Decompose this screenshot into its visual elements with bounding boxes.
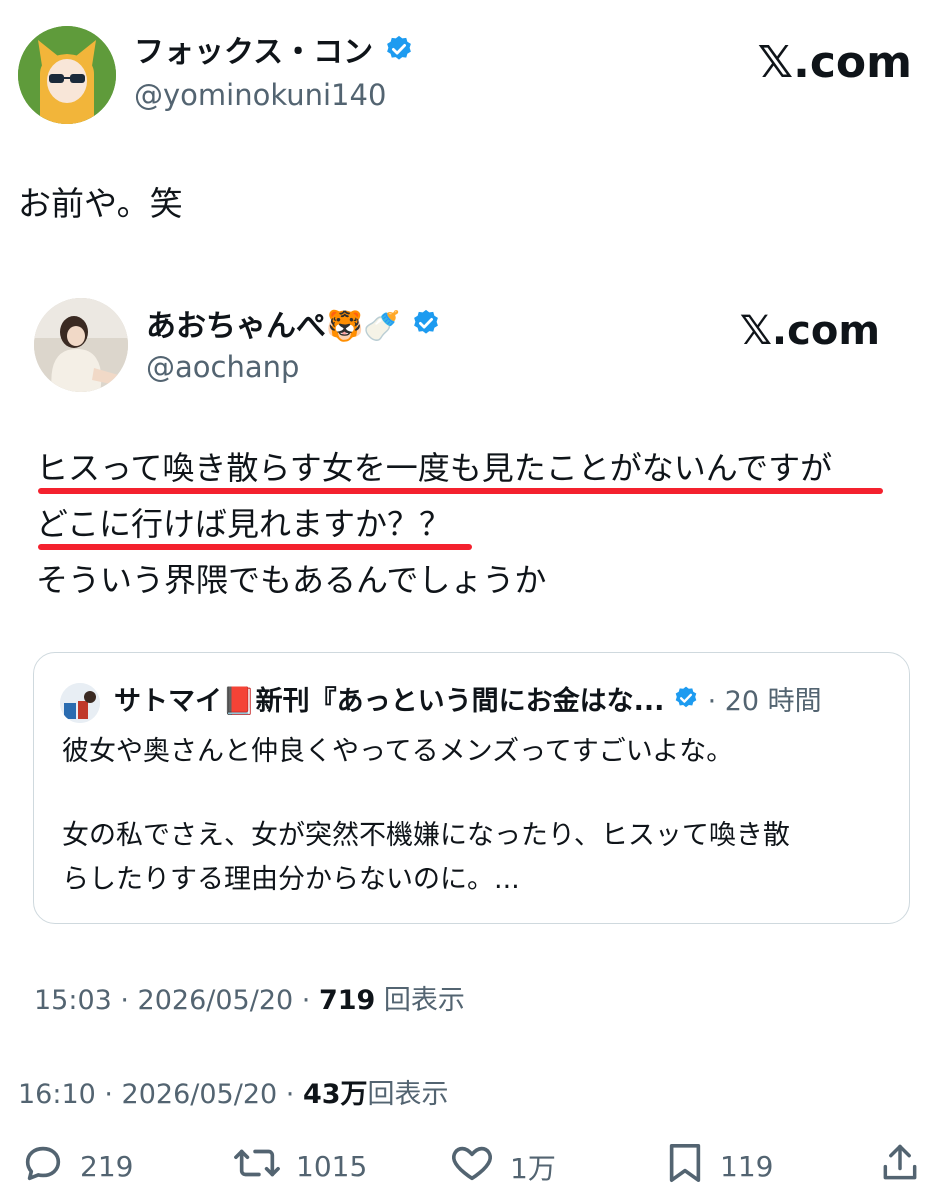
quoted-views: 719 xyxy=(318,985,376,1016)
tweet-text: お前や。笑 xyxy=(18,184,183,223)
reply-icon xyxy=(20,1140,66,1193)
tweet-timestamp: 16:10 · 2026/05/20 · xyxy=(18,1079,303,1110)
nested-avatar xyxy=(60,683,100,723)
nested-line-1: 彼女や奥さんと仲良くやってるメンズってすごいよな。 xyxy=(62,736,734,767)
tweet-views-label: 回表示 xyxy=(367,1079,449,1110)
nested-time: · 20 時間 xyxy=(707,686,822,717)
like-button[interactable]: 1万 xyxy=(448,1140,556,1193)
bookmark-icon xyxy=(664,1140,706,1193)
quoted-handle[interactable]: @aochanp xyxy=(146,350,299,384)
heart-icon xyxy=(448,1140,496,1193)
red-underline xyxy=(38,544,472,550)
repost-icon xyxy=(232,1140,282,1193)
author-name[interactable]: フォックス・コン xyxy=(134,35,373,70)
nested-line-3: らしたりする理由分からないのに。... xyxy=(62,864,520,895)
verified-badge-icon xyxy=(673,685,699,720)
quoted-name[interactable]: あおちゃんぺ🐯🍼 xyxy=(146,309,401,344)
quoted-name-row: あおちゃんぺ🐯🍼 xyxy=(146,308,441,347)
nested-name[interactable]: サトマイ📕新刊『あっという間にお金はな... xyxy=(114,686,664,717)
bookmark-count: 119 xyxy=(720,1150,774,1183)
author-name-row: フォックス・コン xyxy=(134,34,414,73)
share-icon xyxy=(878,1140,922,1193)
xcom-logo: 𝕏.com xyxy=(739,308,880,354)
reply-count: 219 xyxy=(80,1150,134,1183)
quoted-timestamp: 15:03 · 2026/05/20 · xyxy=(34,985,319,1016)
nested-quote-card[interactable]: サトマイ📕新刊『あっという間にお金はな... · 20 時間 彼女や奥さんと仲良… xyxy=(33,652,910,924)
verified-badge-icon xyxy=(411,308,441,347)
tweet-meta: 16:10 · 2026/05/20 · 43万回表示 xyxy=(18,1072,449,1111)
repost-button[interactable]: 1015 xyxy=(232,1140,367,1193)
quoted-meta: 15:03 · 2026/05/20 · 719 回表示 xyxy=(34,978,465,1017)
author-handle[interactable]: @yominokuni140 xyxy=(134,78,386,112)
red-underline xyxy=(38,488,883,494)
nested-line-2: 女の私でさえ、女が突然不機嫌になったり、ヒスッて喚き散 xyxy=(62,820,790,851)
repost-count: 1015 xyxy=(296,1150,368,1183)
reply-button[interactable]: 219 xyxy=(20,1140,133,1193)
quoted-line-3: そういう界隈でもあるんでしょうか xyxy=(36,561,547,599)
share-button[interactable] xyxy=(878,1140,922,1193)
like-count: 1万 xyxy=(510,1151,556,1185)
quoted-avatar[interactable] xyxy=(34,298,128,392)
bookmark-button[interactable]: 119 xyxy=(664,1140,773,1193)
quoted-views-label: 回表示 xyxy=(375,985,465,1016)
author-avatar[interactable] xyxy=(18,26,116,124)
verified-badge-icon xyxy=(384,34,414,73)
tweet-views: 43万 xyxy=(302,1079,368,1110)
nested-header: サトマイ📕新刊『あっという間にお金はな... · 20 時間 xyxy=(114,685,822,720)
xcom-logo: 𝕏.com xyxy=(757,37,912,88)
